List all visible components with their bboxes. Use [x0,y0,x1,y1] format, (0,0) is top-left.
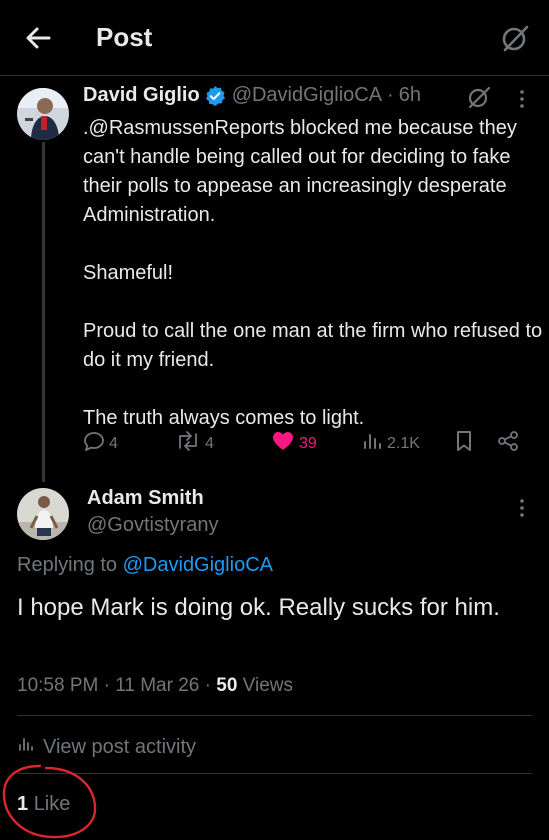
reply-count: 4 [109,434,118,452]
more-options-icon[interactable] [512,496,532,522]
post-paragraph: Shameful! [83,262,174,284]
share-icon [497,430,523,457]
post-paragraph: .@RasmussenReports blocked me because th… [83,117,517,226]
page-title: Post [96,22,153,52]
repost-icon [175,430,205,457]
view-post-activity-link[interactable]: View post activity [17,735,196,759]
repost-button[interactable]: 4 [175,430,214,457]
bookmark-icon [454,430,478,457]
share-button[interactable] [497,430,523,457]
thread-line [42,142,45,482]
replying-to-line: Replying to @DavidGiglioCA [17,554,273,577]
red-circle-annotation [0,762,104,840]
views-button[interactable]: 2.1K [361,430,420,457]
parent-post-header: David Giglio @DavidGiglioCA · 6h [83,84,421,107]
post-paragraph: Proud to call the one man at the firm wh… [83,320,543,371]
replying-to-mention[interactable]: @DavidGiglioCA [123,554,273,576]
repost-count: 4 [205,434,214,452]
reply-icon [83,430,109,457]
author-name[interactable]: David Giglio [83,84,200,107]
author-handle[interactable]: @DavidGiglioCA [232,84,382,107]
parent-post-text: .@RasmussenReports blocked me because th… [83,114,543,433]
reply-button[interactable]: 4 [83,430,118,457]
post-date[interactable]: 11 Mar 26 [115,675,199,696]
like-button[interactable]: 39 [271,430,317,457]
back-arrow-icon[interactable] [22,22,54,54]
reply-author-handle[interactable]: @Govtistyrany [87,514,218,537]
separator-dot: · [103,675,110,696]
analytics-icon [361,430,387,457]
more-options-icon[interactable] [512,87,532,113]
verified-badge-icon [204,85,226,107]
separator-dot: · [387,84,394,106]
reply-author-name[interactable]: Adam Smith [87,487,204,510]
grok-icon[interactable] [466,84,492,110]
separator-dot: · [204,675,211,696]
views-count: 50 [216,675,238,696]
grok-icon[interactable] [499,22,531,54]
bookmark-button[interactable] [454,430,478,457]
views-label: Views [242,675,294,696]
avatar-adam-smith[interactable] [17,488,69,540]
view-count: 2.1K [387,434,420,452]
heart-icon [271,430,299,457]
post-time[interactable]: 6h [399,84,421,107]
like-count: 39 [299,434,317,452]
top-bar: Post [0,0,549,76]
reply-text: I hope Mark is doing ok. Really sucks fo… [17,594,500,621]
divider [17,715,532,716]
post-paragraph: The truth always comes to light. [83,407,365,429]
view-post-activity-label: View post activity [43,735,197,758]
avatar-david-giglio[interactable] [17,88,69,140]
replying-to-prefix: Replying to [17,554,118,576]
action-bar: 4 4 39 2.1K [83,430,523,458]
analytics-icon [17,735,43,759]
post-meta: 10:58 PM · 11 Mar 26 · 50 Views [17,675,293,697]
post-timestamp[interactable]: 10:58 PM [17,675,98,696]
